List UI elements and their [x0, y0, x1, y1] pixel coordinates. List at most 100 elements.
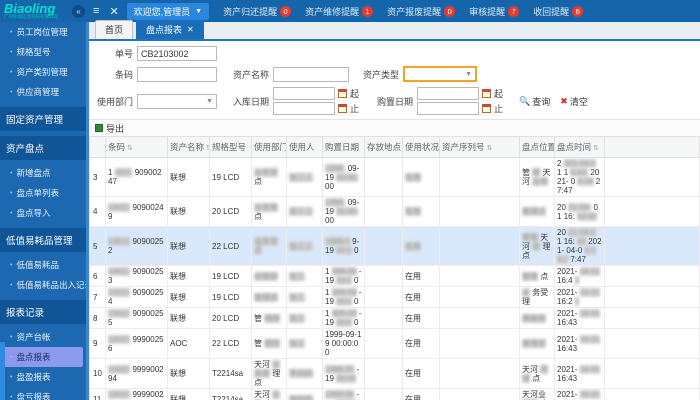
tab-bar: 首页 盘点报表 ✕: [89, 20, 700, 41]
table-row[interactable]: 6 10021 90900253 联想 19 LCD 仓管部 张三 1 999-0…: [89, 265, 700, 287]
redacted-text: 业务: [532, 177, 549, 186]
sidebar-item[interactable]: • 规格型号: [0, 42, 86, 62]
tab-close-icon[interactable]: ✕: [187, 25, 194, 34]
sidebar-item[interactable]: • 低值易耗品: [0, 255, 86, 275]
column-header[interactable]: 条码 ⇅: [105, 137, 168, 158]
redacted-text: 管理: [522, 232, 538, 242]
bullet-icon: •: [10, 261, 13, 269]
cell-text: 管: [254, 313, 262, 323]
sort-icon[interactable]: ⇅: [591, 145, 599, 152]
notification-item[interactable]: 审核提醒 7: [469, 5, 520, 18]
table-row[interactable]: 5 10021 90900252 联想 22 LCD 业务受点 张三三 1999-…: [89, 226, 700, 266]
calendar-icon[interactable]: [482, 104, 492, 113]
cell-text: 在用: [405, 394, 421, 400]
inbound-date-from-input[interactable]: [273, 87, 335, 100]
table-cell: [364, 265, 403, 287]
purchase-date-from-input[interactable]: [417, 87, 480, 100]
table-row[interactable]: 8 10021 90900255 联想 20 LCD 管 理部 张三 1 999-…: [89, 307, 700, 329]
calendar-icon[interactable]: [482, 89, 492, 98]
sidebar-section-header[interactable]: 资产盘点: [0, 136, 86, 160]
dept-label: 使用部门: [96, 96, 133, 107]
cell-text: 16:: [563, 211, 575, 221]
table-row[interactable]: 1110021 999900295 联想 T2214sa 天河 业务 点 李四四…: [89, 388, 700, 400]
sidebar-scrollbar[interactable]: [0, 342, 5, 400]
notification-label: 资产维修提醒: [305, 6, 360, 17]
column-header[interactable]: 资产序列号 ⇅: [439, 137, 520, 158]
row-number: 8: [89, 307, 106, 329]
notification-item[interactable]: 资产报废提醒 0: [387, 5, 456, 18]
sidebar-item[interactable]: • 盘点单列表: [0, 183, 86, 203]
dept-select[interactable]: ▼: [137, 93, 217, 109]
cell-text: 1: [557, 237, 562, 246]
table-cell: [604, 226, 700, 266]
redacted-text: 张三: [289, 339, 305, 348]
table-row[interactable]: 4 10021 90900249 联想 20 LCD 业务受 点 张三三 1999…: [89, 196, 700, 227]
table-cell: 2021- 04-01 16:2 2: [554, 286, 605, 308]
column-header[interactable]: 盘点时间 ⇅: [554, 137, 605, 158]
column-header[interactable]: 资产名称 ⇅: [167, 137, 210, 158]
clear-button[interactable]: ✖ 清空: [560, 95, 588, 108]
notification-item[interactable]: 资产维修提醒 1: [305, 5, 374, 18]
calendar-icon[interactable]: [338, 104, 347, 113]
sidebar-section-header[interactable]: 固定资产管理: [0, 107, 86, 131]
sidebar-item[interactable]: • 资产台帐: [0, 327, 86, 347]
chevron-down-icon: ▼: [195, 7, 203, 15]
sidebar-item[interactable]: • 盘亏报表: [0, 387, 86, 400]
cell-text: 联想: [170, 313, 186, 323]
redacted-text: 张三: [289, 292, 305, 302]
sidebar-section-header[interactable]: 报表记录: [0, 300, 86, 324]
inbound-date-to-input[interactable]: [273, 102, 335, 115]
table-row[interactable]: 10 10021 999900294 联想 T2214sa 天河 业务受 理点 李…: [89, 358, 700, 389]
notification-item[interactable]: 收回提醒 6: [533, 5, 584, 18]
sidebar-item[interactable]: • 盘点导入: [0, 203, 86, 223]
to-label: 止: [494, 104, 504, 114]
asset-name-input[interactable]: [273, 66, 349, 82]
redacted-text: 00:0: [336, 276, 352, 285]
table-cell: 22 LCD: [209, 328, 252, 359]
sort-icon[interactable]: ⇅: [125, 145, 133, 152]
table-cell: 1999- 09-19 00:00: 00: [322, 157, 365, 197]
hamburger-menu-icon[interactable]: ≡: [91, 5, 101, 17]
column-header[interactable]: 盘点位置 ⇅: [519, 137, 555, 158]
sidebar-item[interactable]: • 资产类别管理: [0, 62, 86, 82]
redacted-text: 021-04-0: [563, 159, 596, 168]
redacted-text: 业务受: [254, 202, 278, 212]
redacted-text: 10021: [108, 202, 131, 212]
table-row[interactable]: 31 0021 90900247 联想 19 LCD 业务受 点 张三三 199…: [89, 157, 700, 197]
column-header[interactable]: 使用部门 ⇅: [251, 137, 287, 158]
table-cell: [439, 328, 520, 359]
notification-item[interactable]: 资产归还提醒 0: [223, 5, 292, 18]
table-cell: 2021- 04-01 16:43: [554, 307, 605, 329]
sidebar-item[interactable]: • 盘点报表: [0, 347, 83, 367]
user-welcome-dropdown[interactable]: 欢迎您,管理员 ▼: [126, 2, 210, 20]
tab-active[interactable]: 盘点报表 ✕: [136, 20, 204, 39]
sidebar-item[interactable]: • 盘盈报表: [0, 367, 86, 387]
app-logo[interactable]: Biaoling 广州标领信息科技有限公司: [4, 2, 64, 20]
sidebar-item[interactable]: • 新增盘点: [0, 163, 86, 183]
sidebar-item[interactable]: • 供应商管理: [0, 82, 86, 102]
close-icon[interactable]: ✕: [107, 5, 120, 18]
sidebar-item[interactable]: • 员工岗位管理: [0, 22, 86, 42]
redacted-text: 管理部: [254, 292, 278, 302]
table-row[interactable]: 9 10021 99900256 AOC 22 LCD 管 理部 张三 1999-…: [89, 328, 700, 359]
sort-icon[interactable]: ⇅: [485, 145, 492, 152]
barcode-input[interactable]: [137, 66, 217, 82]
export-button[interactable]: 导出: [95, 122, 124, 135]
tab-item[interactable]: 首页: [95, 20, 134, 39]
column-header: 使用状况: [402, 137, 440, 158]
search-button[interactable]: 🔍 查询: [519, 95, 550, 108]
table-cell: [364, 328, 403, 359]
sort-icon[interactable]: ⇅: [204, 145, 209, 152]
table-cell: 1999-09-19 00:00:00: [322, 328, 365, 359]
sidebar-collapse-icon[interactable]: «: [72, 4, 86, 18]
asset-type-select[interactable]: ▼: [403, 66, 477, 82]
sidebar-item[interactable]: • 低值易耗品出入记录: [0, 275, 86, 295]
sidebar-item-label: 资产台帐: [16, 332, 51, 342]
calendar-icon[interactable]: [338, 89, 347, 98]
cell-text: 点: [254, 177, 262, 186]
table-cell: [439, 196, 520, 227]
purchase-date-to-input[interactable]: [417, 102, 480, 115]
table-row[interactable]: 7 10021 90900254 联想 19 LCD 管理部 张三 1 999-0…: [89, 286, 700, 308]
order-no-input[interactable]: [137, 46, 217, 61]
sidebar-section-header[interactable]: 低值易耗品管理: [0, 228, 86, 252]
